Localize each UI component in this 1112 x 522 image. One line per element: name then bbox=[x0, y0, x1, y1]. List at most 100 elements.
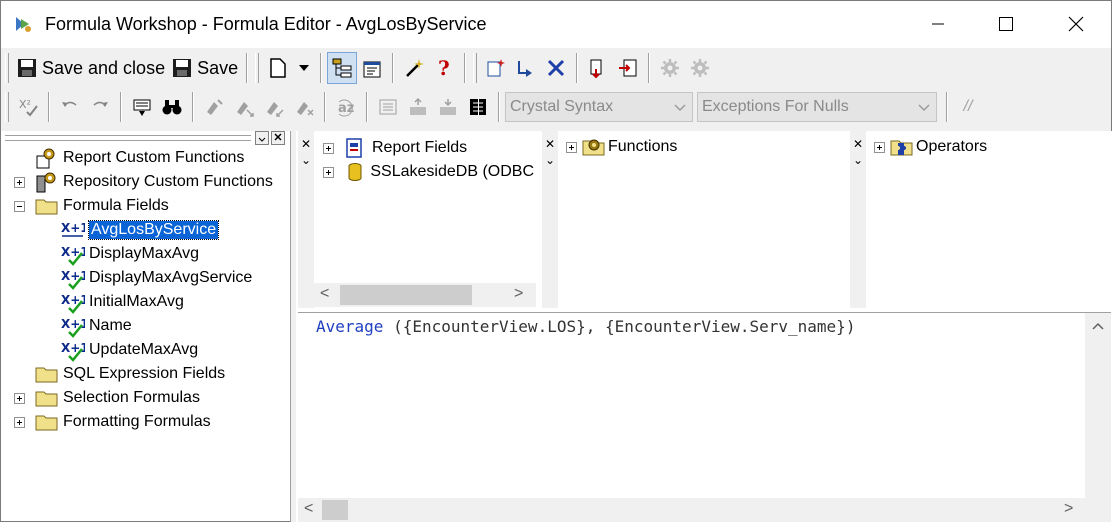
expand-toggle[interactable] bbox=[14, 417, 25, 428]
scroll-left-icon[interactable]: < bbox=[304, 500, 313, 518]
syntax-dropdown[interactable]: Crystal Syntax bbox=[505, 92, 693, 122]
collapse-fields-button[interactable] bbox=[433, 91, 463, 123]
comment-button[interactable]: // bbox=[953, 91, 983, 123]
tree-item-repository-custom-functions[interactable]: Repository Custom Functions bbox=[35, 170, 273, 194]
tree-item-updatemaxavg[interactable]: X+1 UpdateMaxAvg bbox=[61, 338, 198, 362]
scroll-right-icon[interactable]: > bbox=[1064, 500, 1073, 518]
minimize-button[interactable] bbox=[903, 1, 973, 47]
run-all-button[interactable] bbox=[685, 52, 715, 84]
show-fields-button[interactable] bbox=[373, 91, 403, 123]
formula-expert-button[interactable] bbox=[399, 52, 429, 84]
pane-close-icon[interactable]: ✕ bbox=[544, 137, 556, 151]
help-button[interactable]: ? bbox=[429, 52, 459, 84]
tree-item-initialmaxavg[interactable]: X+1 InitialMaxAvg bbox=[61, 290, 184, 314]
window-title: Formula Workshop - Formula Editor - AvgL… bbox=[45, 14, 487, 34]
expand-toggle[interactable] bbox=[323, 143, 334, 154]
expand-toggle[interactable] bbox=[566, 142, 577, 153]
tree-item-label: SSLakesideDB (ODBC bbox=[370, 163, 534, 180]
tree-item-formula-fields[interactable]: Formula Fields bbox=[35, 194, 169, 218]
tree-item-displaymaxavg[interactable]: X+1 DisplayMaxAvg bbox=[61, 242, 199, 266]
tree-item-label: AvgLosByService bbox=[87, 220, 220, 240]
folder-icon bbox=[35, 199, 58, 215]
tree-item-formatting-formulas[interactable]: Formatting Formulas bbox=[35, 410, 211, 434]
expand-toggle[interactable] bbox=[874, 142, 885, 153]
dropdown-arrow-icon bbox=[299, 65, 310, 71]
tree-item-displaymaxavgservice[interactable]: X+1 DisplayMaxAvgService bbox=[61, 266, 252, 290]
field-explorer-button[interactable] bbox=[463, 91, 493, 123]
new-dropdown-button[interactable] bbox=[293, 52, 315, 84]
tree-item-selection-formulas[interactable]: Selection Formulas bbox=[35, 386, 200, 410]
help-icon: ? bbox=[438, 57, 450, 79]
panel-collapse-button[interactable] bbox=[255, 131, 269, 145]
vertical-splitter[interactable] bbox=[290, 131, 296, 522]
collapse-toggle[interactable] bbox=[14, 201, 25, 212]
tree-item-name[interactable]: X+1 Name bbox=[61, 314, 132, 338]
add-to-repository-button[interactable] bbox=[583, 52, 613, 84]
browse-data-button[interactable] bbox=[127, 91, 157, 123]
pane-close-icon[interactable]: ✕ bbox=[852, 137, 864, 151]
tree-item-functions[interactable]: Functions bbox=[582, 135, 677, 159]
toolbar-separator bbox=[576, 53, 579, 83]
pane-collapse-icon[interactable]: ⌄ bbox=[852, 153, 864, 167]
vertical-scrollbar[interactable] bbox=[1085, 313, 1111, 498]
horizontal-scrollbar[interactable]: < > bbox=[314, 283, 536, 307]
properties-button[interactable] bbox=[357, 52, 387, 84]
toolbar-grip[interactable] bbox=[5, 92, 9, 122]
expand-toggle[interactable] bbox=[14, 393, 25, 404]
tree-item-avglosbyservice[interactable]: X+1 AvgLosByService bbox=[61, 218, 220, 242]
pane-collapse-icon[interactable]: ⌄ bbox=[544, 153, 556, 167]
bookmark-prev-button[interactable] bbox=[259, 91, 289, 123]
folder-icon bbox=[35, 391, 58, 407]
run-button[interactable] bbox=[655, 52, 685, 84]
toggle-tree-button[interactable] bbox=[327, 52, 358, 84]
scroll-left-icon[interactable]: < bbox=[320, 285, 329, 303]
check-button[interactable]: X² bbox=[13, 91, 43, 123]
undo-button[interactable] bbox=[55, 91, 85, 123]
delete-button[interactable] bbox=[541, 52, 571, 84]
formula-text-editor[interactable]: Average ({EncounterView.LOS}, {Encounter… bbox=[298, 312, 1111, 522]
toolbar-grip[interactable] bbox=[255, 53, 260, 83]
expand-toggle[interactable] bbox=[14, 177, 25, 188]
save-and-close-button[interactable]: Save and close bbox=[13, 52, 168, 84]
new-formula-button[interactable] bbox=[263, 52, 293, 84]
scroll-right-icon[interactable]: > bbox=[514, 285, 523, 303]
horizontal-scrollbar[interactable]: < > bbox=[298, 498, 1111, 522]
tree-item-label: Repository Custom Functions bbox=[63, 173, 273, 190]
undo-icon bbox=[62, 101, 77, 107]
bookmark-next-button[interactable] bbox=[229, 91, 259, 123]
rename-button[interactable] bbox=[511, 52, 541, 84]
new-item-icon bbox=[487, 59, 506, 77]
use-in-report-button[interactable] bbox=[613, 52, 643, 84]
bookmark-icon bbox=[207, 99, 223, 115]
bookmark-toggle-button[interactable] bbox=[199, 91, 229, 123]
maximize-button[interactable] bbox=[971, 1, 1041, 47]
bookmark-clear-button[interactable] bbox=[289, 91, 319, 123]
sort-tree-button[interactable]: az bbox=[331, 91, 361, 123]
toolbar-grip[interactable] bbox=[473, 53, 478, 83]
toolbar-grip[interactable] bbox=[5, 53, 9, 83]
save-button[interactable]: Save bbox=[168, 52, 241, 84]
null-handling-dropdown[interactable]: Exceptions For Nulls bbox=[697, 92, 937, 122]
redo-button[interactable] bbox=[85, 91, 115, 123]
pane-collapse-icon[interactable]: ⌄ bbox=[300, 153, 312, 167]
scroll-thumb[interactable] bbox=[322, 500, 348, 520]
formula-check-icon: X+1 bbox=[61, 245, 85, 266]
tree-item-sql-expression-fields[interactable]: SQL Expression Fields bbox=[35, 362, 225, 386]
new-item-button[interactable] bbox=[481, 52, 511, 84]
tree-item-report-custom-functions[interactable]: Report Custom Functions bbox=[35, 146, 244, 170]
formula-code[interactable]: Average ({EncounterView.LOS}, {Encounter… bbox=[316, 317, 855, 336]
find-button[interactable] bbox=[157, 91, 187, 123]
toolbar-separator bbox=[48, 92, 50, 122]
panel-grip[interactable] bbox=[5, 135, 251, 141]
close-button[interactable] bbox=[1041, 1, 1111, 47]
panel-close-button[interactable] bbox=[271, 131, 285, 145]
scroll-up-icon[interactable] bbox=[1085, 317, 1111, 337]
tree-item-report-fields[interactable]: Report Fields bbox=[344, 136, 467, 160]
tree-item-sslakesidedb[interactable]: SSLakesideDB (ODBC bbox=[344, 160, 534, 184]
bookmark-clear-icon bbox=[297, 102, 314, 116]
pane-close-icon[interactable]: ✕ bbox=[300, 137, 312, 151]
tree-item-operators[interactable]: Operators bbox=[890, 135, 987, 159]
expand-fields-button[interactable] bbox=[403, 91, 433, 123]
expand-toggle[interactable] bbox=[323, 167, 334, 178]
scroll-thumb[interactable] bbox=[340, 285, 472, 305]
